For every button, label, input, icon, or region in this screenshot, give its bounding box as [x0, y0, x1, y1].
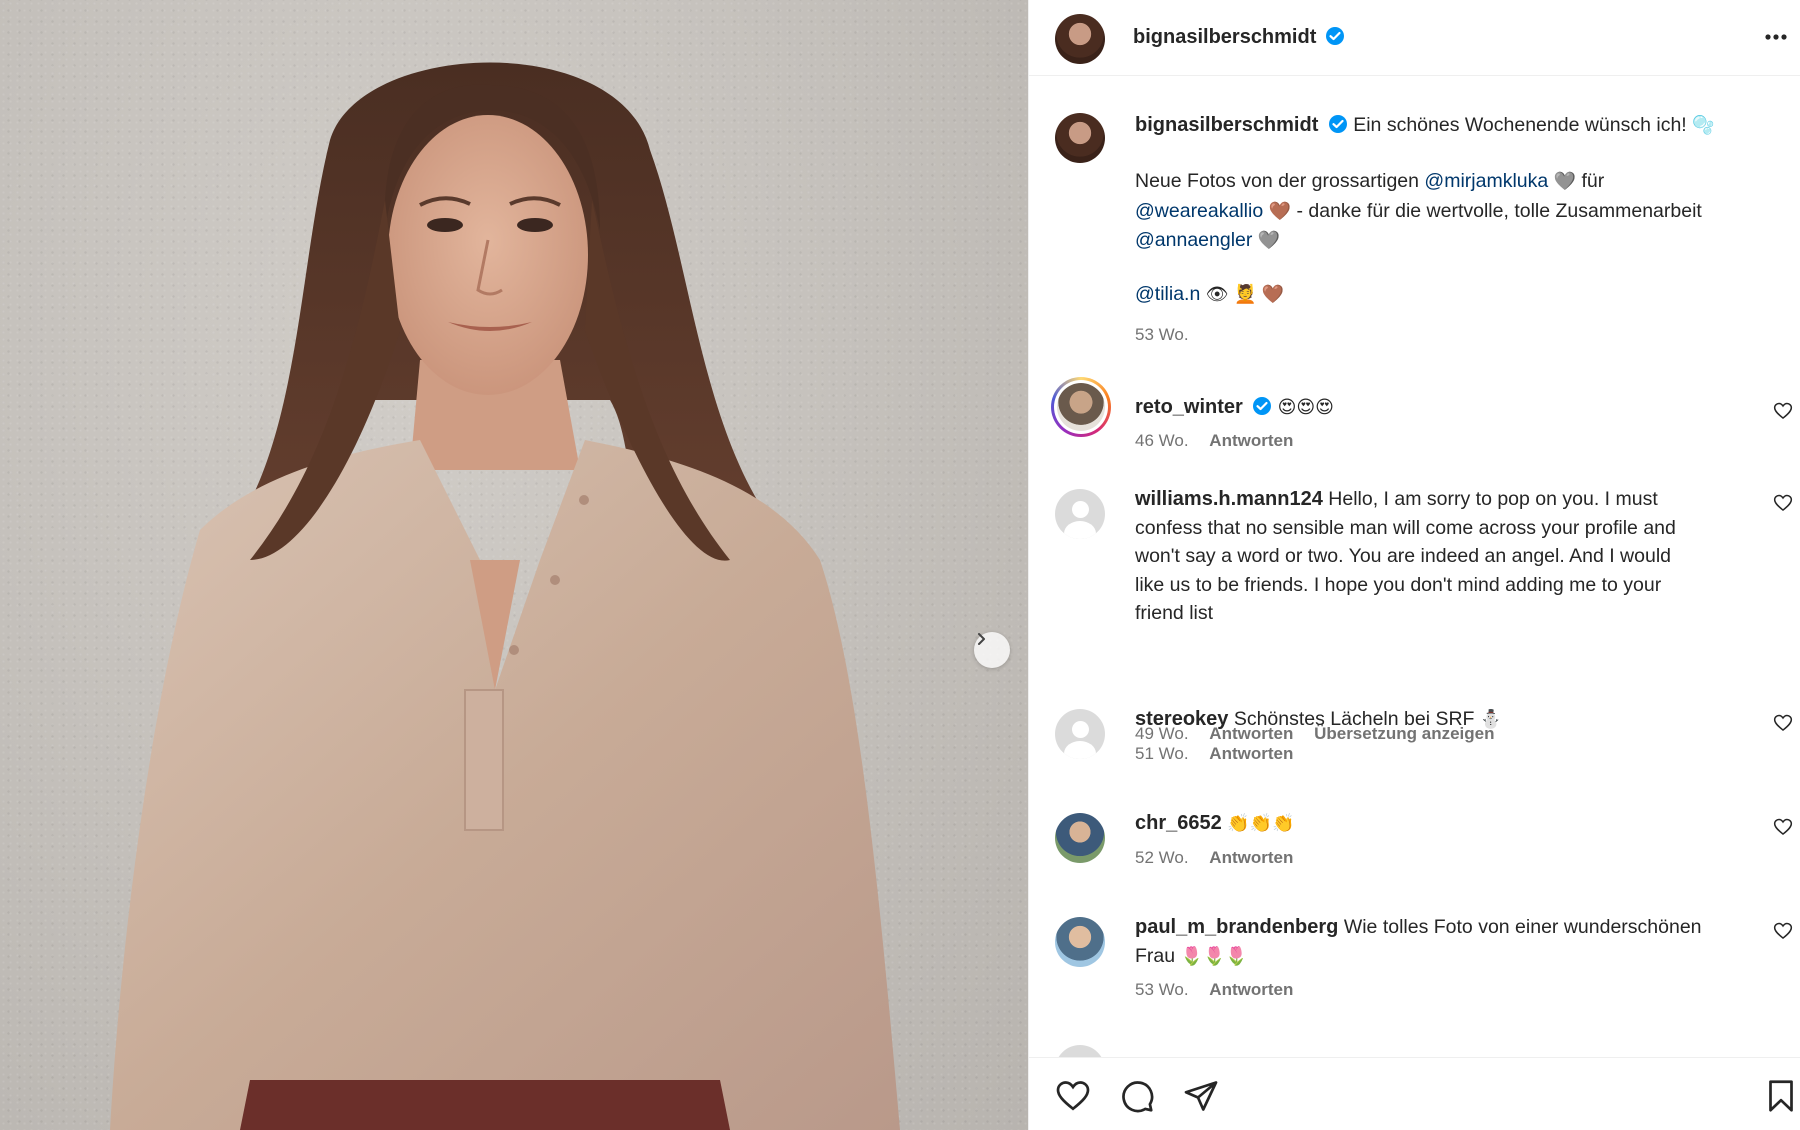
caption-text: bignasilberschmidt Ein schönes Wochenend…	[1135, 111, 1800, 141]
comment-avatar[interactable]	[1055, 813, 1105, 863]
caption-credit: @tilia.n 👁 💆 🤎	[1135, 280, 1800, 310]
grey-heart-emoji: 🩶	[1553, 171, 1577, 192]
comment-avatar[interactable]	[1055, 917, 1105, 967]
caption-meta: 53 Wo.	[1135, 325, 1205, 345]
comment-text: 👏👏👏	[1227, 813, 1295, 834]
comment-username[interactable]: stereokey	[1135, 708, 1228, 730]
reply-button[interactable]: Antworten	[1209, 848, 1293, 867]
comment-time: 51 Wo.	[1135, 744, 1189, 763]
heart-icon[interactable]	[1055, 1078, 1091, 1114]
person-emoji: 💆	[1234, 284, 1257, 305]
verified-badge-icon	[1328, 115, 1347, 133]
chevron-right-icon	[978, 633, 985, 645]
bubbles-emoji: 🫧	[1692, 115, 1715, 136]
mention-brand[interactable]: @weareakallio	[1135, 200, 1263, 222]
send-icon[interactable]	[1183, 1078, 1219, 1114]
more-horizontal-icon	[1765, 34, 1787, 40]
heart-icon[interactable]	[1773, 713, 1793, 733]
reply-button[interactable]: Antworten	[1209, 980, 1293, 999]
reply-button[interactable]: Antworten	[1209, 431, 1293, 450]
brown-heart-emoji: 🤎	[1268, 200, 1292, 222]
comment-username[interactable]: williams.h.mann124	[1135, 488, 1323, 510]
post-actions-bar	[1029, 1057, 1800, 1130]
comment-username[interactable]: paul_m_brandenberg	[1135, 916, 1338, 938]
post-header: bignasilberschmidt	[1029, 0, 1800, 76]
comment-avatar[interactable]	[1055, 709, 1105, 759]
caption-username[interactable]: bignasilberschmidt	[1135, 114, 1318, 136]
verified-badge-icon	[1325, 27, 1344, 45]
comment-time: 53 Wo.	[1135, 980, 1189, 999]
heart-icon[interactable]	[1773, 817, 1793, 837]
comment-avatar-story-ring[interactable]	[1051, 377, 1111, 437]
heart-icon[interactable]	[1773, 921, 1793, 941]
post-photo[interactable]	[0, 0, 1028, 1130]
comments-scroll[interactable]: bignasilberschmidt Ein schönes Wochenend…	[1029, 77, 1800, 1057]
eye-emoji: 👁	[1205, 284, 1229, 305]
heart-icon[interactable]	[1773, 401, 1793, 421]
comment-icon[interactable]	[1119, 1078, 1155, 1114]
comment-text: 😍😍😍	[1277, 397, 1334, 418]
bookmark-icon[interactable]	[1763, 1078, 1799, 1114]
brown-heart-emoji: 🤎	[1261, 284, 1285, 305]
next-photo-button[interactable]	[974, 632, 1010, 668]
portrait-illustration	[110, 62, 900, 1130]
mention-makeup[interactable]: @tilia.n	[1135, 283, 1200, 305]
comment-avatar[interactable]	[1055, 489, 1105, 539]
owner-avatar[interactable]	[1055, 14, 1105, 64]
comment-body: williams.h.mann124 Hello, I am sorry to …	[1135, 485, 1705, 628]
more-options-button[interactable]	[1763, 24, 1789, 57]
comment-text: Schönstes Lächeln bei SRF	[1233, 708, 1475, 730]
mention-stylist[interactable]: @annaengler	[1135, 229, 1252, 251]
snowman-emoji: ⛄	[1479, 709, 1503, 730]
post-panel: bignasilberschmidt bignasilberschmidt Ei…	[1028, 0, 1800, 1130]
owner-username[interactable]: bignasilberschmidt	[1133, 26, 1316, 48]
comment-avatar[interactable]	[1055, 1045, 1105, 1057]
mention-photographer[interactable]: @mirjamkluka	[1424, 170, 1548, 192]
tulip-emoji: 🌷🌷🌷	[1180, 945, 1248, 967]
caption-time: 53 Wo.	[1135, 325, 1189, 344]
comment-time: 52 Wo.	[1135, 848, 1189, 867]
caption-avatar[interactable]	[1055, 113, 1105, 163]
verified-badge-icon	[1253, 397, 1272, 415]
comment-time: 46 Wo.	[1135, 431, 1189, 450]
reply-button[interactable]: Antworten	[1209, 744, 1293, 763]
caption-line-1: Ein schönes Wochenende wünsch ich!	[1353, 114, 1687, 136]
grey-heart-emoji: 🩶	[1257, 230, 1281, 251]
comment-username[interactable]: reto_winter	[1135, 396, 1243, 418]
comment-username[interactable]: chr_6652	[1135, 812, 1222, 834]
caption-body: Neue Fotos von der grossartigen @mirjamk…	[1135, 170, 1702, 251]
heart-icon[interactable]	[1773, 493, 1793, 513]
